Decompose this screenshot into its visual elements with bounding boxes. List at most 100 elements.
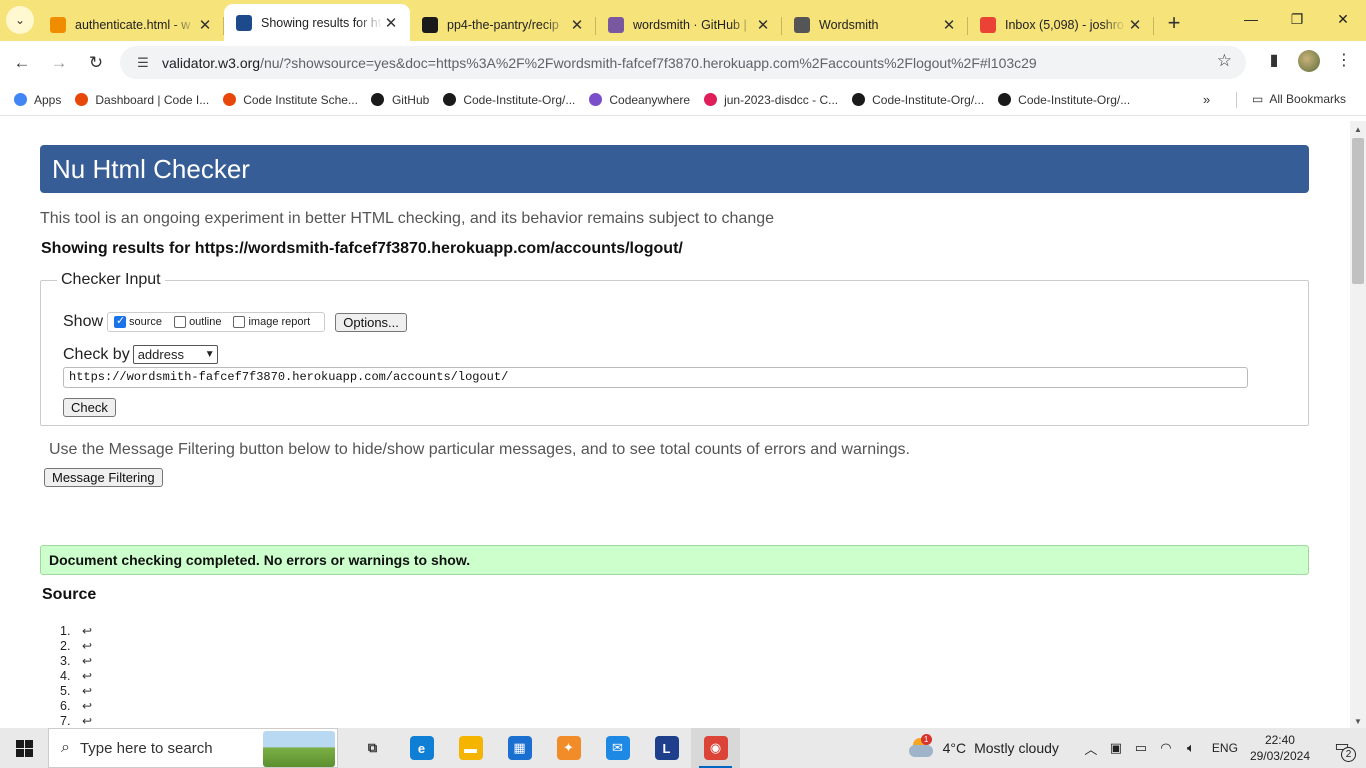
clock-date: 29/03/2024	[1249, 749, 1310, 763]
tab-title: Wordsmith	[819, 17, 879, 32]
reload-button[interactable]: ↻	[81, 48, 111, 78]
tab-title: pp4-the-pantry/recip	[447, 17, 559, 32]
bookmark-label: Code Institute Sche...	[243, 92, 358, 107]
show-image-report-checkbox[interactable]	[233, 316, 246, 328]
window-controls: — ❐ ✕	[1228, 0, 1366, 38]
browser-tab[interactable]: pp4-the-pantry/recip ✕	[410, 8, 596, 41]
tab-search-button[interactable]: ⌄	[6, 6, 34, 34]
tab-close-icon[interactable]: ✕	[1126, 16, 1144, 34]
show-hidden-icons-icon[interactable]: ︿	[1079, 739, 1103, 758]
all-bookmarks-button[interactable]: ▭ All Bookmarks	[1252, 92, 1346, 106]
meet-now-icon[interactable]: ▣	[1104, 740, 1128, 756]
restore-button[interactable]: ❐	[1274, 0, 1320, 38]
search-icon: ⌕	[61, 739, 70, 756]
checkbox-label[interactable]: image report	[248, 316, 310, 328]
taskbar-app-button[interactable]: ✦	[544, 728, 593, 768]
more-menu-icon[interactable]: ⋮	[1332, 49, 1356, 73]
bookmark-item[interactable]: jun-2023-disdcc - C...	[702, 92, 838, 108]
page-scrollbar[interactable]: ▲ ▼	[1350, 121, 1366, 728]
bookmark-item[interactable]: Codeanywhere	[587, 92, 690, 108]
taskbar-app-button[interactable]: e	[397, 728, 446, 768]
browser-tab[interactable]: Inbox (5,098) - joshro ✕	[968, 8, 1154, 41]
arrow-right-icon: →	[50, 52, 68, 72]
show-source-checkbox[interactable]	[114, 314, 127, 328]
github-icon	[370, 92, 386, 108]
tab-close-icon[interactable]: ✕	[568, 16, 586, 34]
bookmark-item[interactable]: Code-Institute-Org/...	[441, 92, 575, 108]
return-glyph-icon: ↩	[82, 639, 93, 653]
site-info-icon[interactable]: ☰	[130, 55, 156, 71]
code-institute-icon	[73, 92, 89, 108]
message-filtering-button[interactable]: Message Filtering	[44, 468, 163, 487]
new-tab-button[interactable]: +	[1160, 10, 1188, 38]
bookmark-star-icon[interactable]: ☆	[1217, 51, 1232, 71]
line-number: 7.	[60, 714, 71, 728]
check-by-label: Check by	[63, 345, 130, 363]
side-panel-icon[interactable]: ▮	[1262, 49, 1286, 73]
scrollbar-thumb[interactable]	[1352, 138, 1364, 284]
bookmark-item[interactable]: Dashboard | Code I...	[73, 92, 209, 108]
show-options-row: Show source outline image report Options..…	[63, 312, 407, 332]
bookmark-item[interactable]: Code-Institute-Org/...	[996, 92, 1130, 108]
microsoft-store-icon: ▦	[507, 736, 532, 760]
browser-tab[interactable]: wordsmith · GitHub | ✕	[596, 8, 782, 41]
start-button[interactable]	[0, 728, 48, 768]
address-bar-url[interactable]: validator.w3.org/nu/?showsource=yes&doc=…	[162, 55, 1037, 71]
line-number: 5.	[60, 684, 71, 698]
checkbox-label[interactable]: source	[129, 316, 162, 328]
bookmark-label: Apps	[34, 92, 62, 107]
options-button[interactable]: Options...	[335, 312, 407, 332]
tab-close-icon[interactable]: ✕	[754, 16, 772, 34]
codeanywhere-icon	[587, 92, 603, 108]
bookmark-item[interactable]: Code Institute Sche...	[221, 92, 358, 108]
input-language[interactable]: ENG	[1212, 741, 1238, 755]
wifi-icon[interactable]: ◠	[1154, 740, 1178, 756]
checkbox-label[interactable]: outline	[189, 316, 221, 328]
line-number: 4.	[60, 669, 71, 683]
tab-close-icon[interactable]: ✕	[382, 14, 400, 32]
tagline: This tool is an ongoing experiment in be…	[40, 210, 775, 227]
tab-title: authenticate.html - w	[75, 17, 191, 32]
taskbar-app-button[interactable]: ⧉	[348, 728, 397, 768]
tab-close-icon[interactable]: ✕	[196, 16, 214, 34]
bookmark-item[interactable]: GitHub	[370, 92, 429, 108]
taskbar-apps: ⧉ e ▬ ▦ ✦ ✉ L ◉	[348, 728, 740, 768]
scroll-down-arrow-icon[interactable]: ▼	[1354, 717, 1362, 726]
close-window-button[interactable]: ✕	[1320, 0, 1366, 38]
browser-tab[interactable]: Showing results for ht ✕	[224, 4, 410, 41]
source-line: 3. ↩	[60, 654, 92, 669]
tab-title: Inbox (5,098) - joshro	[1005, 17, 1124, 32]
taskbar-app-button[interactable]: ▦	[495, 728, 544, 768]
taskbar-app-button[interactable]: ✉	[593, 728, 642, 768]
w3c-validator-icon	[236, 14, 252, 31]
line-number: 6.	[60, 699, 71, 713]
bookmark-item[interactable]: Code-Institute-Org/...	[850, 92, 984, 108]
check-button[interactable]: Check	[63, 398, 116, 417]
notification-center-button[interactable]: ▭ 2	[1328, 736, 1356, 762]
forward-button[interactable]: →	[44, 48, 74, 78]
show-outline-checkbox[interactable]	[174, 316, 187, 328]
address-bar[interactable]: ☰ validator.w3.org/nu/?showsource=yes&do…	[120, 46, 1246, 79]
scroll-up-arrow-icon[interactable]: ▲	[1354, 125, 1362, 134]
check-by-select[interactable]: address ▼	[132, 345, 218, 364]
taskbar-app-button[interactable]: ◉	[691, 728, 740, 768]
battery-icon[interactable]: ▭	[1129, 740, 1153, 756]
volume-icon[interactable]: 🔈︎	[1179, 740, 1203, 756]
profile-avatar[interactable]	[1298, 50, 1320, 72]
tab-close-icon[interactable]: ✕	[940, 16, 958, 34]
weather-widget[interactable]: 1 4°C Mostly cloudy	[908, 734, 1059, 758]
document-url-input[interactable]: https://wordsmith-fafcef7f3870.herokuapp…	[63, 367, 1248, 388]
taskbar-search-box[interactable]: ⌕ Type here to search	[48, 728, 338, 768]
more-bookmarks-chevron-icon[interactable]: »	[1203, 92, 1210, 107]
clock[interactable]: 22:40 29/03/2024	[1250, 732, 1310, 764]
taskbar-app-button[interactable]: L	[642, 728, 691, 768]
browser-tab[interactable]: Wordsmith ✕	[782, 8, 968, 41]
taskbar-app-button[interactable]: ▬	[446, 728, 495, 768]
bookmark-item[interactable]: Apps	[12, 92, 61, 108]
windows-taskbar: ⌕ Type here to search ⧉ e ▬ ▦ ✦ ✉ L ◉ 1 4°C Mos…	[0, 728, 1366, 768]
browser-tab[interactable]: authenticate.html - w ✕	[38, 8, 224, 41]
minimize-button[interactable]: —	[1228, 0, 1274, 38]
back-button[interactable]: ←	[7, 48, 37, 78]
page-viewport: Nu Html Checker This tool is an ongoing …	[0, 121, 1350, 728]
reload-icon: ↻	[88, 52, 104, 72]
